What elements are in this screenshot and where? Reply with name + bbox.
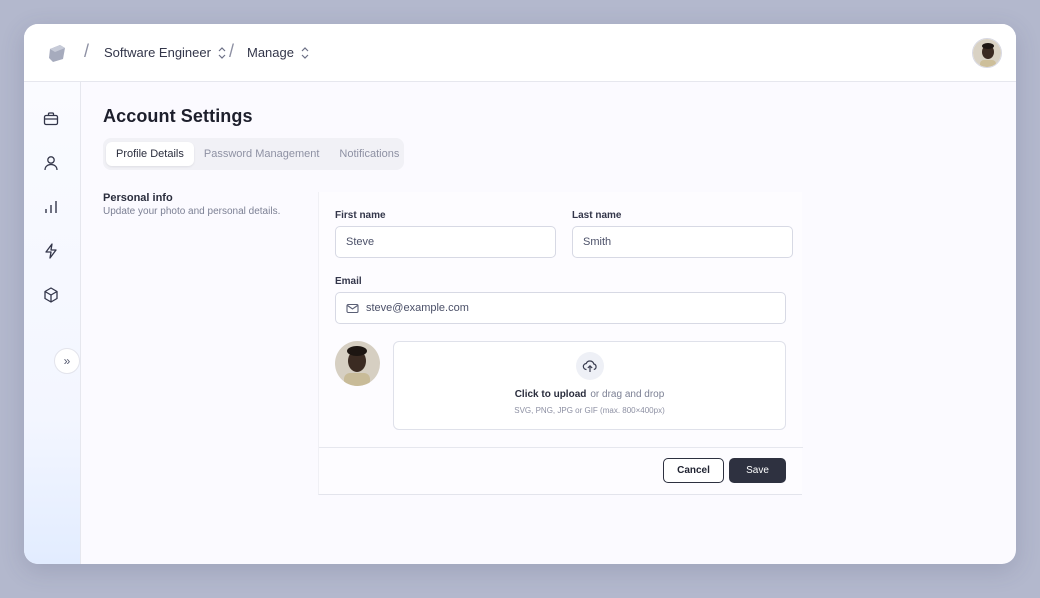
upload-instructions: Click to upload or drag and drop: [394, 389, 785, 400]
save-button[interactable]: Save: [729, 458, 786, 483]
email-input[interactable]: steve@example.com: [335, 292, 786, 324]
email-label: Email: [335, 276, 362, 287]
upload-hint: SVG, PNG, JPG or GIF (max. 800×400px): [514, 406, 665, 415]
expand-sidebar-button[interactable]: »: [54, 348, 80, 374]
file-upload-dropzone[interactable]: Click to upload or drag and drop SVG, PNG…: [393, 341, 786, 430]
upload-cloud-icon: [576, 352, 604, 380]
chevron-updown-icon: [218, 46, 226, 59]
upload-cta[interactable]: Click to upload: [515, 389, 587, 400]
breadcrumb-separator: /: [84, 41, 90, 61]
cube-icon[interactable]: [42, 286, 60, 304]
profile-photo: [335, 341, 380, 386]
app-logo-icon[interactable]: [46, 42, 68, 64]
app-window: / Software Engineer / Manage » Account S…: [24, 24, 1016, 564]
breadcrumb-project[interactable]: Software Engineer: [104, 45, 227, 60]
upload-rest: or drag and drop: [590, 389, 665, 400]
bar-chart-icon[interactable]: [42, 198, 60, 216]
sidebar: [24, 82, 81, 564]
cancel-button[interactable]: Cancel: [663, 458, 724, 483]
mail-icon: [346, 303, 359, 313]
top-bar: / Software Engineer / Manage: [24, 24, 1016, 82]
card-divider: [319, 447, 803, 448]
breadcrumb-separator: /: [229, 41, 235, 61]
briefcase-icon[interactable]: [42, 110, 60, 128]
profile-form-card: First name Steve Last name Smith Email s…: [318, 192, 803, 495]
user-avatar[interactable]: [972, 38, 1002, 68]
last-name-value: Smith: [583, 236, 612, 248]
last-name-input[interactable]: Smith: [572, 226, 793, 258]
last-name-label: Last name: [572, 210, 622, 221]
tab-notifications[interactable]: Notifications: [329, 142, 409, 166]
section-title: Personal info: [103, 192, 173, 204]
user-icon[interactable]: [42, 154, 60, 172]
first-name-label: First name: [335, 210, 386, 221]
page-title: Account Settings: [103, 106, 253, 126]
tab-password-management[interactable]: Password Management: [194, 142, 330, 166]
chevron-updown-icon: [301, 46, 309, 59]
settings-tabs: Profile Details Password Management Noti…: [103, 138, 404, 170]
first-name-input[interactable]: Steve: [335, 226, 556, 258]
bolt-icon[interactable]: [42, 242, 60, 260]
breadcrumb-project-label: Software Engineer: [104, 45, 211, 60]
breadcrumb-section-label: Manage: [247, 45, 294, 60]
breadcrumb-section[interactable]: Manage: [247, 45, 310, 60]
tab-profile-details[interactable]: Profile Details: [106, 142, 194, 166]
first-name-value: Steve: [346, 236, 375, 248]
email-value: steve@example.com: [366, 302, 469, 314]
section-description: Update your photo and personal details.: [103, 206, 281, 217]
